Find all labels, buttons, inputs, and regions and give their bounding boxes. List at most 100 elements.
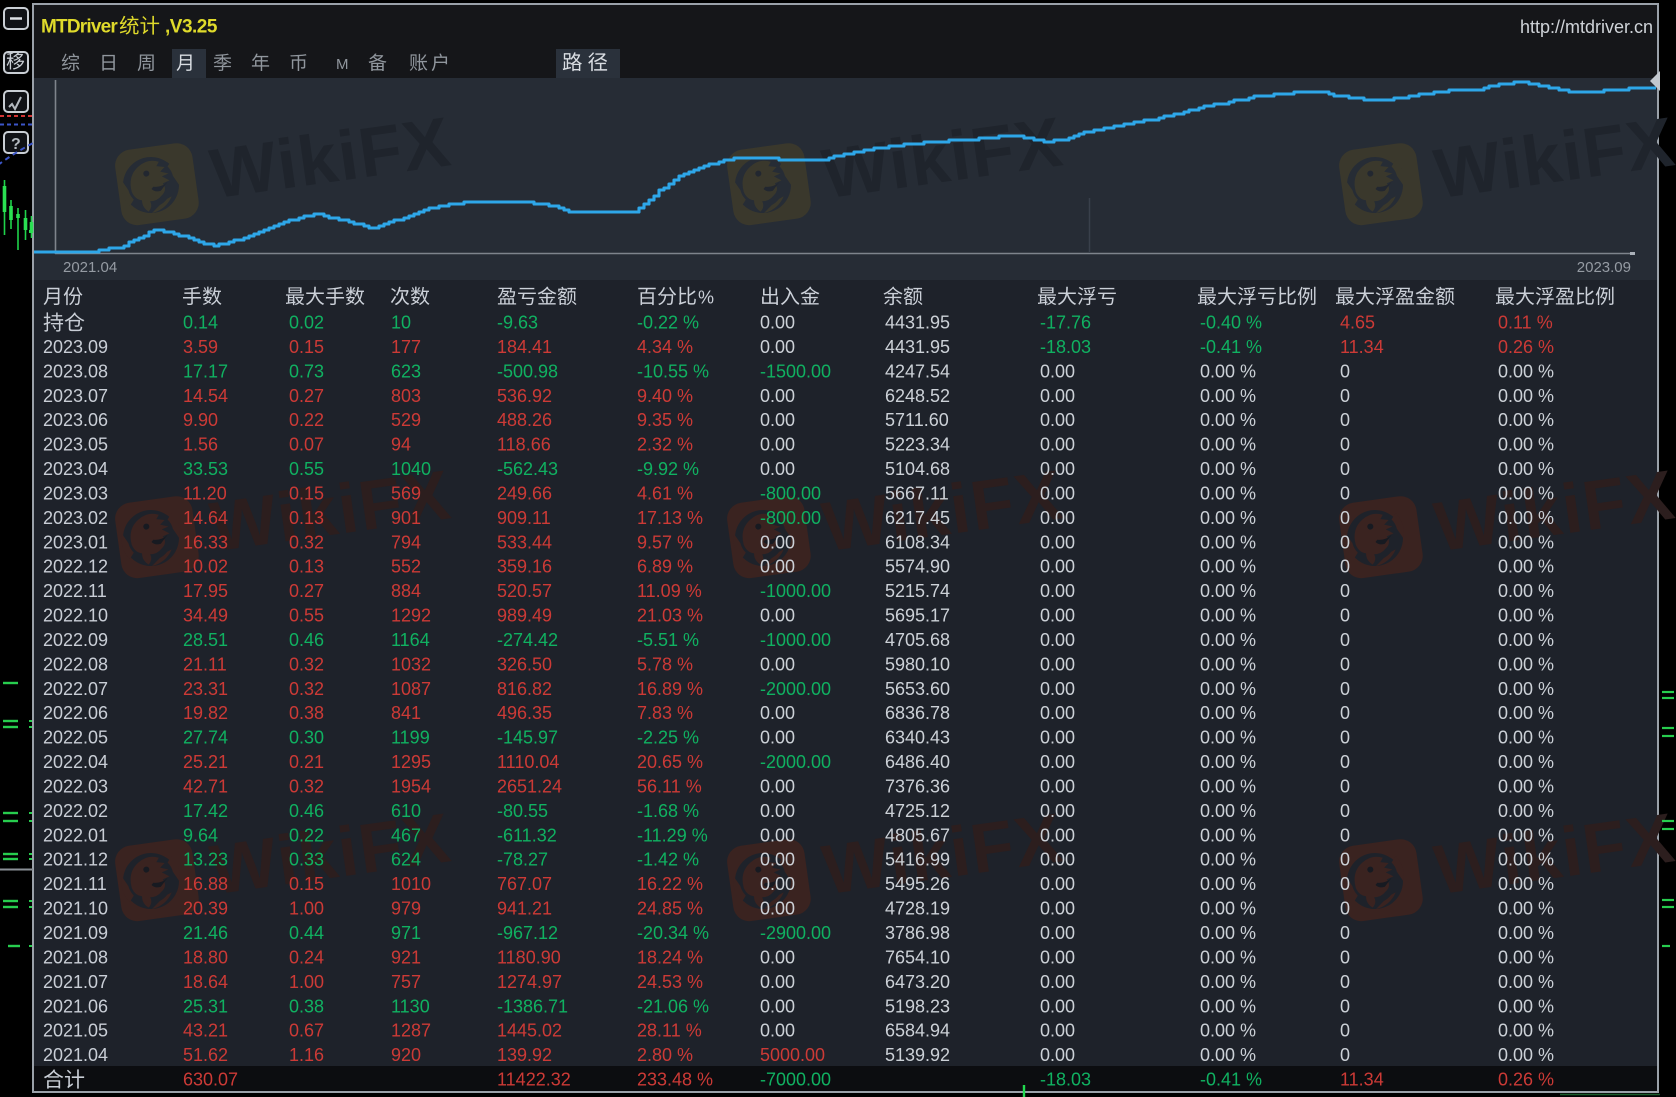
svg-text:17.95: 17.95 [183, 581, 228, 601]
svg-text:1164: 1164 [391, 630, 430, 650]
svg-text:0.00: 0.00 [1040, 679, 1075, 699]
svg-text:0.22: 0.22 [289, 825, 324, 845]
svg-text:0.00 %: 0.00 % [1200, 1045, 1256, 1065]
svg-text:4805.67: 4805.67 [885, 825, 950, 845]
svg-text:-2.25 %: -2.25 % [637, 728, 699, 748]
svg-text:3786.98: 3786.98 [885, 923, 950, 943]
svg-text:-9.63: -9.63 [497, 313, 538, 333]
svg-text:-17.76: -17.76 [1040, 313, 1091, 333]
svg-text:-80.55: -80.55 [497, 801, 548, 821]
svg-text:979: 979 [391, 899, 421, 919]
svg-text:630.07: 630.07 [183, 1070, 238, 1090]
svg-text:9.57 %: 9.57 % [637, 532, 693, 552]
svg-text:0: 0 [1340, 581, 1350, 601]
svg-text:0.00 %: 0.00 % [1498, 899, 1554, 919]
svg-text:0.00: 0.00 [1040, 606, 1075, 626]
svg-text:0.00 %: 0.00 % [1200, 532, 1256, 552]
svg-text:2021.10: 2021.10 [43, 899, 108, 919]
svg-text:33.53: 33.53 [183, 459, 228, 479]
svg-text:767.07: 767.07 [497, 874, 552, 894]
svg-text:4.65: 4.65 [1340, 313, 1375, 333]
svg-text:0.00 %: 0.00 % [1498, 1021, 1554, 1041]
svg-text:17.13 %: 17.13 % [637, 508, 703, 528]
svg-text:0.00 %: 0.00 % [1200, 850, 1256, 870]
svg-text:4725.12: 4725.12 [885, 801, 950, 821]
svg-text:,V3.25: ,V3.25 [165, 17, 218, 38]
svg-text:0.00: 0.00 [1040, 850, 1075, 870]
svg-text:2022.03: 2022.03 [43, 777, 108, 797]
svg-text:5.78 %: 5.78 % [637, 654, 693, 674]
svg-text:0.26 %: 0.26 % [1498, 337, 1554, 357]
svg-text:-1.68 %: -1.68 % [637, 801, 699, 821]
svg-text:2022.02: 2022.02 [43, 801, 108, 821]
svg-text:0.00: 0.00 [1040, 508, 1075, 528]
svg-text:9.64: 9.64 [183, 825, 218, 845]
svg-text:WikiFX: WikiFX [818, 102, 1068, 213]
svg-text:-562.43: -562.43 [497, 459, 558, 479]
svg-text:0: 0 [1340, 386, 1350, 406]
svg-text:WikiFX: WikiFX [1430, 102, 1676, 213]
svg-text:0: 0 [1340, 825, 1350, 845]
svg-text:0.73: 0.73 [289, 361, 324, 381]
svg-text:-800.00: -800.00 [760, 508, 821, 528]
svg-text:0.00 %: 0.00 % [1498, 410, 1554, 430]
svg-text:1010: 1010 [391, 874, 431, 894]
svg-text:0.00 %: 0.00 % [1498, 630, 1554, 650]
svg-text:24.53 %: 24.53 % [637, 972, 703, 992]
svg-text:1110.04: 1110.04 [497, 752, 559, 772]
svg-text:0.00 %: 0.00 % [1498, 996, 1554, 1016]
svg-text:4728.19: 4728.19 [885, 899, 950, 919]
svg-text:901: 901 [391, 508, 421, 528]
svg-text:989.49: 989.49 [497, 606, 552, 626]
svg-text:5574.90: 5574.90 [885, 557, 950, 577]
svg-text:2022.10: 2022.10 [43, 606, 108, 626]
svg-text:2021.07: 2021.07 [43, 972, 108, 992]
svg-text:51.62: 51.62 [183, 1045, 228, 1065]
svg-text:0: 0 [1340, 1021, 1350, 1041]
svg-text:0.07: 0.07 [289, 435, 324, 455]
svg-text:0.00: 0.00 [1040, 581, 1075, 601]
svg-text:2022.04: 2022.04 [43, 752, 108, 772]
svg-text:0.00 %: 0.00 % [1498, 825, 1554, 845]
svg-text:0.33: 0.33 [289, 850, 324, 870]
svg-text:2023.03: 2023.03 [43, 483, 108, 503]
svg-text:0.00: 0.00 [1040, 532, 1075, 552]
svg-text:2023.04: 2023.04 [43, 459, 108, 479]
svg-text:24.85 %: 24.85 % [637, 899, 703, 919]
svg-text:2023.06: 2023.06 [43, 410, 108, 430]
svg-text:0.00: 0.00 [760, 459, 795, 479]
svg-text:0.00 %: 0.00 % [1498, 728, 1554, 748]
svg-text:0.00: 0.00 [760, 337, 795, 357]
svg-text:0.00: 0.00 [760, 947, 795, 967]
svg-text:0: 0 [1340, 996, 1350, 1016]
svg-text:0.00: 0.00 [760, 313, 795, 333]
svg-text:17.17: 17.17 [183, 361, 228, 381]
svg-text:0.00 %: 0.00 % [1498, 483, 1554, 503]
svg-text:-2000.00: -2000.00 [760, 679, 831, 699]
svg-text:23.31: 23.31 [183, 679, 228, 699]
svg-text:0.00 %: 0.00 % [1498, 703, 1554, 723]
svg-text:0.32: 0.32 [289, 777, 324, 797]
svg-text:11.20: 11.20 [183, 483, 227, 503]
svg-text:0.32: 0.32 [289, 532, 324, 552]
svg-text:0: 0 [1340, 606, 1350, 626]
svg-text:7.83 %: 7.83 % [637, 703, 693, 723]
svg-text:16.33: 16.33 [183, 532, 228, 552]
svg-text:0.00 %: 0.00 % [1200, 825, 1256, 845]
svg-text:0.00: 0.00 [760, 435, 795, 455]
svg-text:0: 0 [1340, 361, 1350, 381]
svg-text:0: 0 [1340, 728, 1350, 748]
svg-text:0.00: 0.00 [760, 874, 795, 894]
svg-text:0.00: 0.00 [1040, 654, 1075, 674]
svg-text:21.03 %: 21.03 % [637, 606, 703, 626]
svg-text:5711.60: 5711.60 [885, 410, 949, 430]
svg-text:0: 0 [1340, 850, 1350, 870]
svg-text:0: 0 [1340, 532, 1350, 552]
svg-text:1287: 1287 [391, 1021, 431, 1041]
svg-text:1295: 1295 [391, 752, 431, 772]
svg-text:5695.17: 5695.17 [885, 606, 950, 626]
svg-text:0.00 %: 0.00 % [1200, 410, 1256, 430]
svg-text:-967.12: -967.12 [497, 923, 558, 943]
svg-text:0.00 %: 0.00 % [1498, 874, 1554, 894]
svg-text:0.00: 0.00 [760, 899, 795, 919]
